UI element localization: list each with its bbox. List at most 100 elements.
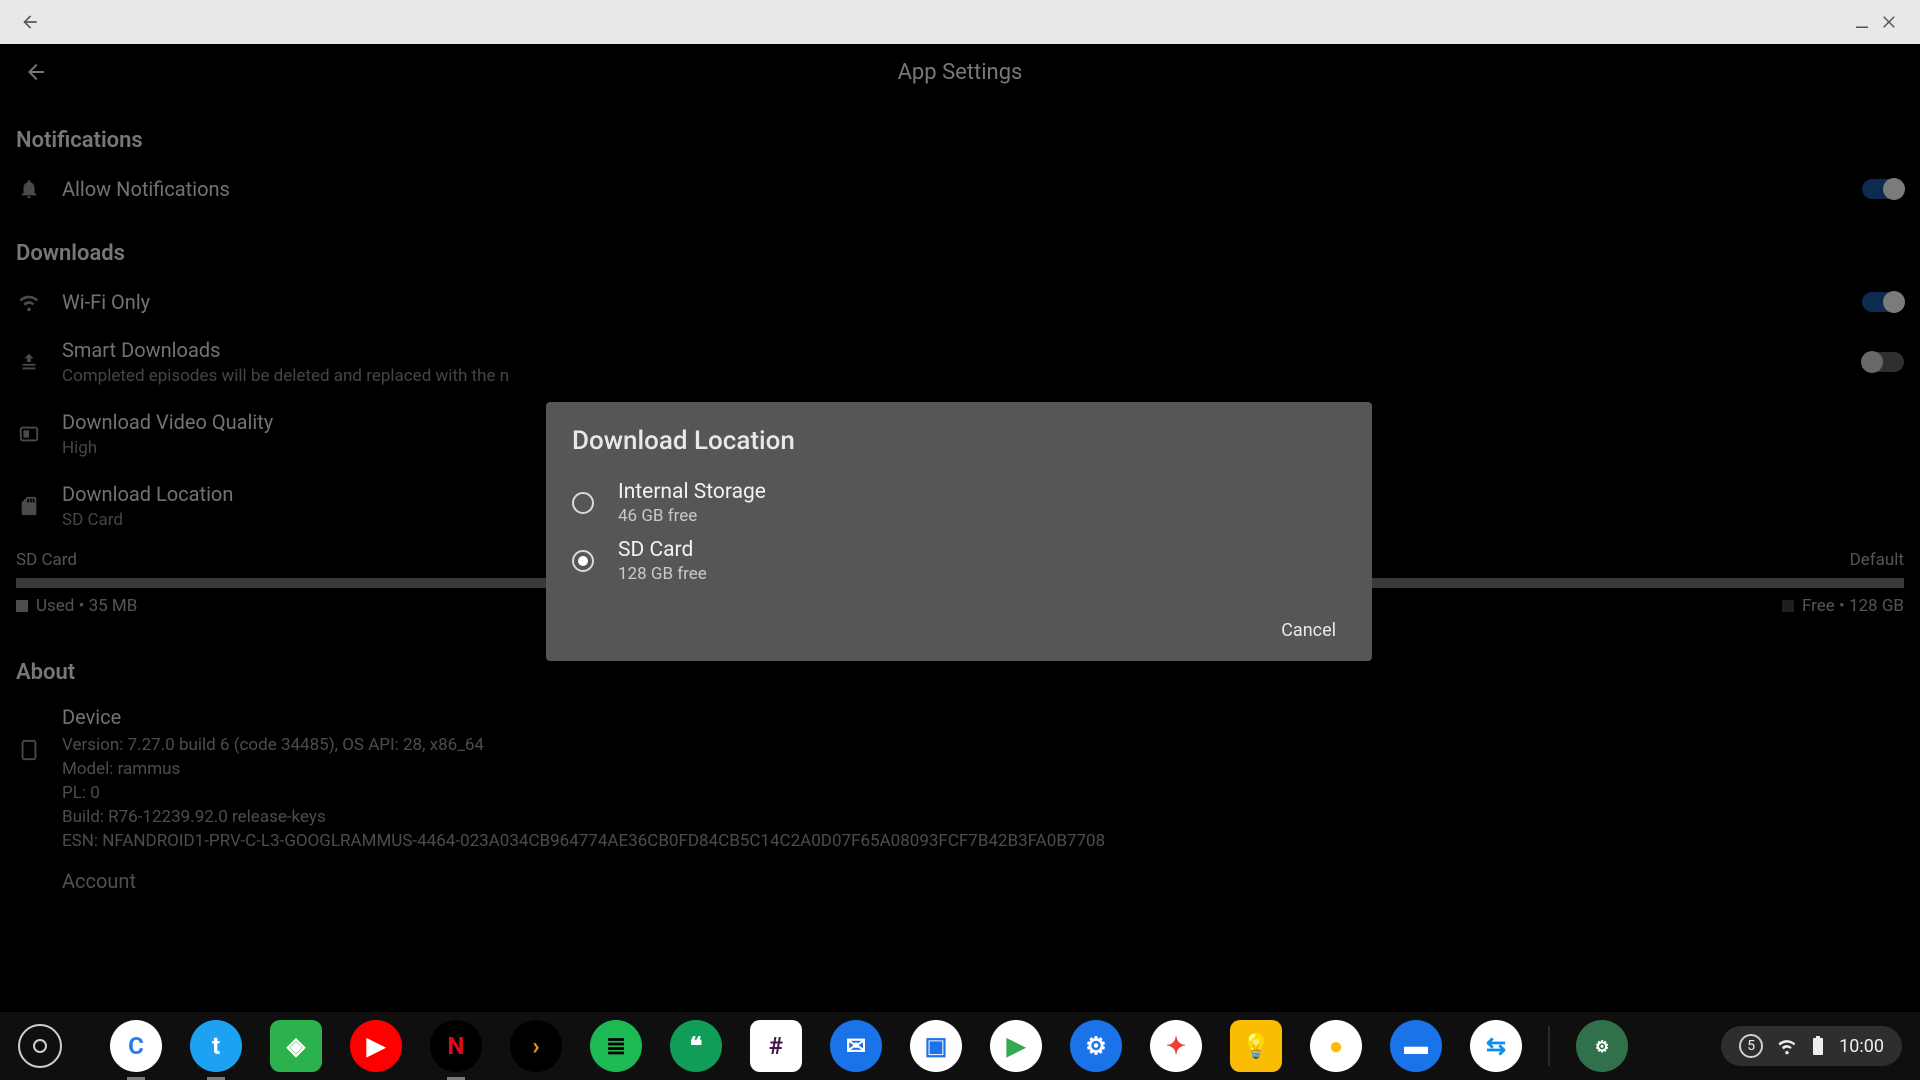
legend-free-swatch	[1782, 600, 1794, 612]
launcher-icon	[33, 1039, 47, 1053]
account-title: Account	[62, 869, 1904, 897]
shelf-apps: Ct ◈ ▶ N › ≣ ❝ # ✉ ▣ ▶ ⚙ ✦ 💡 ● ▬ ⇆	[110, 1020, 1522, 1072]
shelf-app-files[interactable]: ▣	[910, 1020, 962, 1072]
shelf-app-feedly[interactable]: ◈	[270, 1020, 322, 1072]
legend-free-value: 128 GB	[1849, 596, 1904, 616]
shelf-app-netflix[interactable]: N	[430, 1020, 482, 1072]
minimize-icon	[1853, 13, 1871, 31]
account-block[interactable]: Account	[16, 861, 1904, 905]
bell-icon	[18, 178, 40, 200]
video-quality-icon	[18, 423, 40, 445]
allow-notifications-row[interactable]: Allow Notifications	[16, 165, 1904, 213]
shelf-app-keep[interactable]: 💡	[1230, 1020, 1282, 1072]
download-stack-icon	[18, 351, 40, 373]
smart-downloads-row[interactable]: Smart Downloads Completed episodes will …	[16, 326, 1904, 398]
messages-icon: ✉	[846, 1032, 866, 1060]
plex-icon: ›	[532, 1032, 539, 1060]
shelf-app-app16[interactable]: ●	[1310, 1020, 1362, 1072]
spotify-icon: ≣	[606, 1032, 626, 1060]
youtube-icon: ▶	[367, 1032, 385, 1060]
window-close-button[interactable]	[1876, 8, 1904, 36]
settings-android-icon: ⚙	[1085, 1032, 1107, 1060]
arrow-left-icon	[24, 60, 48, 84]
notifications-section: Notifications Allow Notifications	[0, 100, 1920, 229]
close-icon	[1881, 13, 1899, 31]
chrome-icon: C	[128, 1032, 144, 1060]
shelf-app-twitter[interactable]: t	[190, 1020, 242, 1072]
allow-notifications-toggle[interactable]	[1862, 179, 1904, 199]
legend-used: Used • 35 MB	[16, 596, 137, 616]
shelf: Ct ◈ ▶ N › ≣ ❝ # ✉ ▣ ▶ ⚙ ✦ 💡 ● ▬ ⇆ ⚙ 5 10:00	[0, 1012, 1920, 1080]
shelf-app-play-store[interactable]: ▶	[990, 1020, 1042, 1072]
page-title: App Settings	[48, 60, 1872, 85]
shelf-divider	[1548, 1026, 1550, 1066]
netflix-icon: N	[448, 1032, 465, 1060]
wifi-icon	[18, 291, 40, 313]
sd-card-icon	[18, 495, 40, 517]
shelf-app-chrome[interactable]: C	[110, 1020, 162, 1072]
legend-free-label: Free	[1802, 596, 1835, 616]
status-tray[interactable]: 5 10:00	[1721, 1026, 1902, 1066]
wifi-only-toggle[interactable]	[1862, 292, 1904, 312]
smart-downloads-toggle[interactable]	[1862, 352, 1904, 372]
shelf-app-photos[interactable]: ✦	[1150, 1020, 1202, 1072]
legend-used-swatch	[16, 600, 28, 612]
device-build: Build: R76-12239.92.0 release-keys	[62, 805, 1904, 829]
app-back-button[interactable]	[24, 60, 48, 84]
window-back-button[interactable]	[16, 8, 44, 36]
legend-free: Free • 128 GB	[1782, 596, 1904, 616]
legend-used-label: Used	[36, 596, 74, 616]
storage-right-label: Default	[1850, 550, 1904, 570]
notification-count: 5	[1747, 1038, 1755, 1054]
messenger-icon: ▬	[1404, 1032, 1428, 1061]
storage-left-label: SD Card	[16, 550, 77, 570]
option-internal-sub: 46 GB free	[618, 506, 766, 526]
radio-internal-storage[interactable]	[572, 492, 594, 514]
play-store-icon: ▶	[1007, 1032, 1025, 1060]
device-version: Version: 7.27.0 build 6 (code 34485), OS…	[62, 733, 1904, 757]
shelf-app-spotify[interactable]: ≣	[590, 1020, 642, 1072]
option-internal-label: Internal Storage	[618, 480, 766, 504]
shelf-app-messenger[interactable]: ▬	[1390, 1020, 1442, 1072]
arrow-left-icon	[20, 12, 40, 32]
shelf-app-plex[interactable]: ›	[510, 1020, 562, 1072]
gear-icon: ⚙	[1595, 1037, 1609, 1056]
window-minimize-button[interactable]	[1848, 8, 1876, 36]
shelf-app-youtube[interactable]: ▶	[350, 1020, 402, 1072]
files-icon: ▣	[925, 1032, 948, 1060]
option-sd-card[interactable]: SD Card 128 GB free	[572, 532, 1346, 590]
shelf-app-settings-android[interactable]: ⚙	[1070, 1020, 1122, 1072]
clock: 10:00	[1839, 1036, 1884, 1057]
notifications-title: Notifications	[16, 116, 1904, 165]
battery-icon	[1811, 1036, 1825, 1056]
option-sd-label: SD Card	[618, 538, 707, 562]
option-internal-storage[interactable]: Internal Storage 46 GB free	[572, 474, 1346, 532]
option-sd-sub: 128 GB free	[618, 564, 707, 584]
shelf-app-hangouts[interactable]: ❝	[670, 1020, 722, 1072]
wifi-icon	[1777, 1036, 1797, 1056]
smart-downloads-label: Smart Downloads	[62, 338, 1840, 362]
allow-notifications-label: Allow Notifications	[62, 177, 1840, 201]
twitter-icon: t	[212, 1032, 220, 1060]
launcher-button[interactable]	[18, 1024, 62, 1068]
app16-icon: ●	[1329, 1032, 1344, 1061]
shelf-app-slack[interactable]: #	[750, 1020, 802, 1072]
cancel-button[interactable]: Cancel	[1271, 614, 1346, 647]
device-block[interactable]: Device Version: 7.27.0 build 6 (code 344…	[16, 697, 1904, 861]
notification-badge: 5	[1739, 1034, 1763, 1058]
keep-icon: 💡	[1241, 1032, 1271, 1060]
hangouts-icon: ❝	[690, 1032, 703, 1060]
shelf-app-messages[interactable]: ✉	[830, 1020, 882, 1072]
wifi-only-row[interactable]: Wi-Fi Only	[16, 278, 1904, 326]
window-titlebar	[0, 0, 1920, 44]
photos-icon: ✦	[1166, 1032, 1186, 1060]
shelf-settings-icon[interactable]: ⚙	[1576, 1020, 1628, 1072]
radio-sd-card[interactable]	[572, 550, 594, 572]
tablet-icon	[18, 739, 40, 761]
device-pl: PL: 0	[62, 781, 1904, 805]
downloads-title: Downloads	[16, 229, 1904, 278]
smart-downloads-desc: Completed episodes will be deleted and r…	[62, 366, 1840, 386]
shelf-app-teamviewer[interactable]: ⇆	[1470, 1020, 1522, 1072]
app-settings-screen: App Settings Notifications Allow Notific…	[0, 44, 1920, 1012]
feedly-icon: ◈	[287, 1032, 305, 1060]
